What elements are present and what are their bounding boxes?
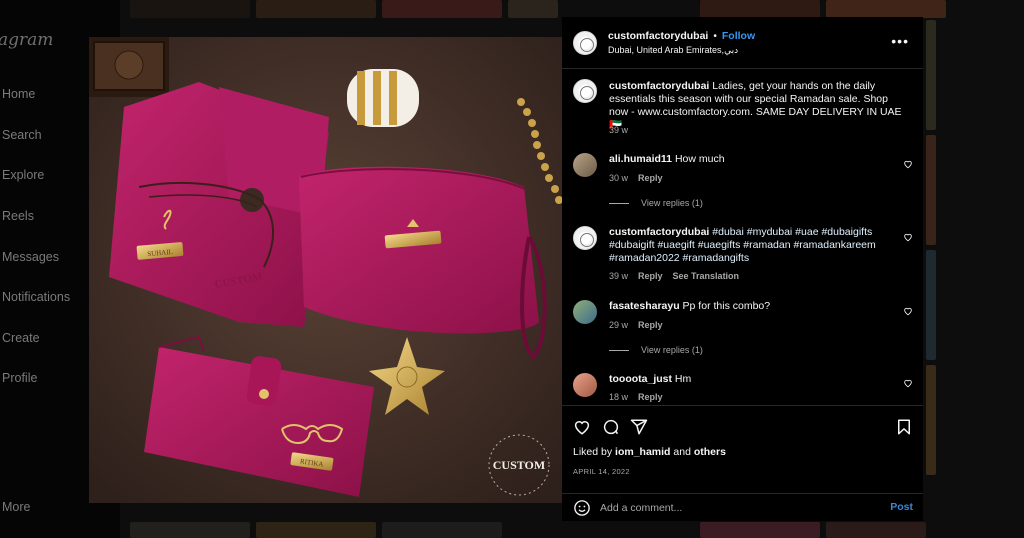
feed-thumbnail (256, 0, 376, 18)
comment-icon[interactable] (602, 418, 620, 436)
comment-username[interactable]: customfactorydubai (609, 226, 709, 238)
comment-meta: 18 w Reply (609, 392, 663, 402)
feed-thumbnail (130, 522, 250, 538)
see-translation-button[interactable]: See Translation (673, 271, 740, 281)
likes-conj: and (673, 446, 691, 458)
heart-icon[interactable] (903, 159, 913, 169)
feed-thumbnail (926, 365, 936, 475)
bookmark-icon[interactable] (895, 418, 913, 436)
comment-age: 39 w (609, 271, 629, 281)
comment-meta: 39 w Reply See Translation (609, 271, 739, 281)
caption-username[interactable]: customfactorydubai (609, 80, 709, 92)
comment-meta: 30 w Reply (609, 173, 663, 183)
product-photo: SUHAIL CUSTOM RITIKA CUSTOM (89, 37, 562, 503)
nav-home[interactable]: Home (2, 87, 35, 101)
view-replies-button[interactable]: View replies (1) (609, 345, 703, 355)
comment-text: customfactorydubai #dubai #mydubai #uae … (609, 226, 899, 265)
heart-icon[interactable] (903, 232, 913, 242)
reply-button[interactable]: Reply (638, 271, 663, 281)
view-replies-label: View replies (1) (641, 198, 703, 208)
comment-username[interactable]: ali.humaid11 (609, 153, 672, 165)
feed-thumbnail (700, 522, 820, 538)
post-header: customfactorydubai • Follow Dubai, Unite… (562, 17, 923, 69)
follow-button[interactable]: Follow (722, 30, 755, 42)
feed-thumbnail (700, 0, 820, 18)
comment-username[interactable]: fasatesharayu (609, 300, 680, 312)
nav-explore[interactable]: Explore (2, 168, 44, 182)
reply-button[interactable]: Reply (638, 392, 663, 402)
heart-icon[interactable] (903, 378, 913, 388)
nav-messages[interactable]: Messages (2, 250, 59, 264)
feed-thumbnail (826, 522, 926, 538)
liked-by-username[interactable]: iom_hamid (615, 446, 670, 458)
wooden-box (89, 37, 169, 97)
nav-create[interactable]: Create (2, 331, 40, 345)
comment-input[interactable] (600, 498, 870, 518)
comment-text: fasatesharayu Pp for this combo? (609, 300, 899, 313)
feed-thumbnail (926, 20, 936, 130)
comment-body: How much (674, 153, 725, 165)
separator-dot: • (713, 30, 717, 42)
post-caption: customfactorydubai Ladies, get your hand… (609, 80, 909, 132)
feed-thumbnail (826, 0, 946, 18)
caption-age: 39 w (609, 125, 629, 135)
comment-meta: 29 w Reply (609, 320, 663, 330)
post-location[interactable]: Dubai, United Arab Emirates,دبي (608, 45, 738, 56)
nav-search[interactable]: Search (2, 128, 42, 142)
instagram-logo[interactable]: agram (0, 30, 53, 50)
feed-thumbnail (926, 250, 936, 360)
header-title-row: customfactorydubai • Follow (608, 30, 755, 42)
reply-button[interactable]: Reply (638, 320, 663, 330)
striped-lipstick-case (347, 69, 419, 127)
view-replies-button[interactable]: View replies (1) (609, 198, 703, 208)
avatar[interactable] (573, 79, 597, 103)
post-date: APRIL 14, 2022 (573, 467, 630, 476)
post-details-panel: customfactorydubai • Follow Dubai, Unite… (562, 17, 923, 521)
feed-thumbnail (926, 135, 936, 245)
nav-more[interactable]: More (2, 500, 30, 514)
reply-button[interactable]: Reply (638, 173, 663, 183)
share-icon[interactable] (630, 418, 648, 436)
add-comment-bar: Post (562, 493, 923, 521)
feed-thumbnail (256, 522, 376, 538)
comment-username[interactable]: toooota_just (609, 373, 672, 385)
avatar[interactable] (573, 31, 597, 55)
comment-age: 29 w (609, 320, 629, 330)
feed-thumbnail (382, 0, 502, 18)
avatar[interactable] (573, 153, 597, 177)
comment-body: Hm (674, 373, 692, 385)
feed-thumbnail (382, 522, 502, 538)
comment-text: toooota_just Hm (609, 373, 899, 386)
likes-summary[interactable]: Liked by iom_hamid and others (573, 446, 726, 458)
feed-thumbnail (508, 0, 558, 18)
heart-icon[interactable] (573, 418, 591, 436)
avatar[interactable] (573, 300, 597, 324)
avatar[interactable] (573, 373, 597, 397)
nav-notifications[interactable]: Notifications (2, 290, 70, 304)
comment-age: 30 w (609, 173, 629, 183)
post-image[interactable]: SUHAIL CUSTOM RITIKA CUSTOM (89, 37, 562, 503)
avatar[interactable] (573, 226, 597, 250)
feed-thumbnail (130, 0, 250, 18)
liked-by-others[interactable]: others (694, 446, 726, 458)
nav-reels[interactable]: Reels (2, 209, 34, 223)
comment-body: Pp for this combo? (682, 300, 771, 312)
heart-icon[interactable] (903, 306, 913, 316)
nav-profile[interactable]: Profile (2, 371, 37, 385)
likes-prefix: Liked by (573, 446, 613, 458)
comment-age: 18 w (609, 392, 629, 402)
watermark-text: CUSTOM (493, 458, 545, 472)
post-actions: Liked by iom_hamid and others APRIL 14, … (562, 405, 923, 493)
post-comment-button[interactable]: Post (890, 501, 913, 513)
comment-text: ali.humaid11 How much (609, 153, 899, 166)
more-options-icon[interactable]: ••• (891, 33, 909, 49)
post-author-username[interactable]: customfactorydubai (608, 30, 708, 42)
view-replies-label: View replies (1) (641, 345, 703, 355)
emoji-icon[interactable] (573, 499, 591, 517)
